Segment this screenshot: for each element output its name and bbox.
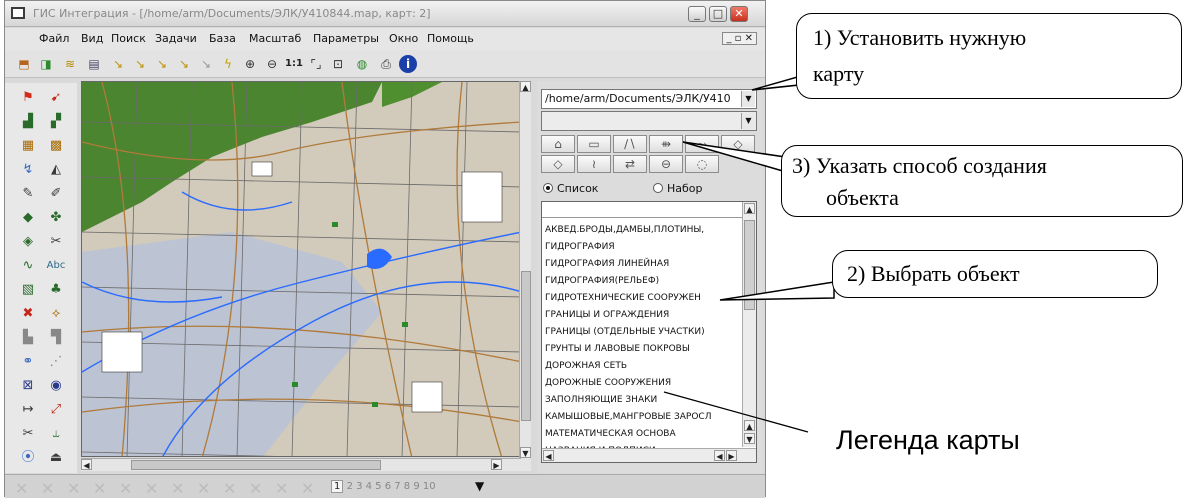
callout-step3-line1: 3) Указать способ создания <box>792 153 1047 178</box>
callout-step1: 1) Установить нужную карту <box>796 13 1182 99</box>
callout-step3: 3) Указать способ создания объекта <box>781 145 1183 217</box>
legend-pointer-line <box>663 391 809 433</box>
callout-step1-line2: карту <box>813 61 865 86</box>
callout-step3-line2: объекта <box>826 185 899 210</box>
callout-step2: 2) Выбрать объект <box>832 250 1158 298</box>
callout-pointer-step2 <box>719 281 835 301</box>
callout-step1-line1: 1) Установить нужную <box>813 25 1027 50</box>
callout-step2-text: 2) Выбрать объект <box>847 261 1020 286</box>
legend-caption: Легенда карты <box>836 425 1020 455</box>
